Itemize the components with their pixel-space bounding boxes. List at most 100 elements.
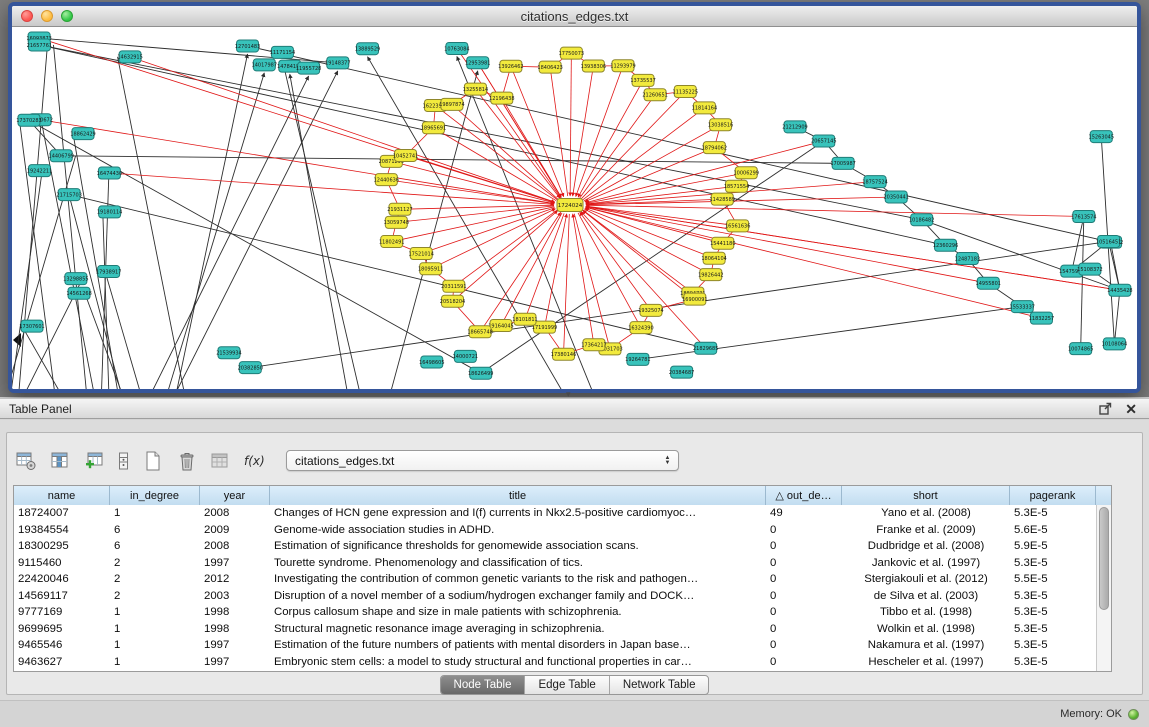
graph-node[interactable]: 19148377 (325, 57, 350, 69)
graph-node[interactable]: 18064104 (701, 252, 726, 264)
graph-node[interactable]: 11814164 (692, 102, 717, 114)
graph-node[interactable]: 12440636 (374, 174, 399, 186)
graph-node[interactable]: 10186482 (909, 214, 934, 226)
table-row[interactable]: 1456911722003Disruption of a novel membe… (14, 588, 1111, 605)
graph-node[interactable]: 10074865 (1068, 343, 1093, 355)
graph-edge[interactable] (584, 125, 720, 201)
graph-node[interactable]: 10108064 (1102, 338, 1127, 350)
graph-node[interactable]: 17521014 (408, 247, 433, 259)
table-row[interactable]: 969969511998Structural magnetic resonanc… (14, 621, 1111, 638)
table-row[interactable]: 1872400712008Changes of HCN gene express… (14, 505, 1111, 522)
memory-status-indicator[interactable] (1128, 709, 1139, 720)
tab-edge-table[interactable]: Edge Table (525, 676, 609, 694)
graph-node[interactable]: 21539934 (216, 347, 241, 359)
graph-node[interactable]: 12196438 (489, 92, 514, 104)
new-table-icon[interactable] (140, 450, 165, 473)
table-row[interactable]: 2242004622012Investigating the contribut… (14, 571, 1111, 588)
graph-edge[interactable] (584, 209, 710, 275)
graph-node[interactable]: 17370283 (16, 114, 41, 126)
graph-node[interactable]: 10452741 (393, 149, 418, 161)
graph-edge[interactable] (85, 293, 126, 389)
graph-node[interactable]: 13735537 (630, 74, 655, 86)
graph-node[interactable]: 14561268 (66, 287, 91, 299)
graph-edge[interactable] (452, 211, 557, 302)
graph-node[interactable]: 11171154 (270, 46, 295, 58)
graph-node[interactable]: 21715703 (56, 189, 81, 201)
graph-edge[interactable] (103, 212, 109, 389)
graph-edge[interactable] (248, 46, 1111, 242)
delete-table-icon[interactable] (174, 450, 199, 473)
table-row[interactable]: 1830029562008Estimation of significance … (14, 538, 1111, 555)
graph-node[interactable]: 10763084 (444, 42, 469, 54)
graph-node[interactable]: 13038516 (708, 119, 733, 131)
graph-edge[interactable] (580, 212, 651, 310)
graph-node[interactable]: 19264781 (625, 353, 650, 365)
table-row[interactable]: 1938455462009Genome-wide association stu… (14, 522, 1111, 539)
graph-edge[interactable] (282, 60, 363, 389)
graph-node[interactable]: 17005987 (830, 157, 855, 169)
graph-node[interactable]: 11832257 (1029, 312, 1054, 324)
graph-edge[interactable] (583, 210, 695, 299)
graph-node[interactable]: 18626499 (468, 367, 493, 379)
graph-node[interactable]: 18862429 (70, 128, 95, 140)
graph-node[interactable]: 15441180 (710, 237, 735, 249)
graph-node[interactable]: 20311591 (441, 280, 466, 292)
graph-node[interactable]: 18965691 (421, 122, 446, 134)
graph-node[interactable]: 14435428 (1107, 284, 1132, 296)
table-settings-icon[interactable] (14, 450, 39, 473)
table-row[interactable]: 946362711997Embryonic stem cells: a mode… (14, 654, 1111, 671)
column-header[interactable]: △ out_de… (766, 486, 842, 505)
add-column-icon[interactable] (82, 450, 107, 473)
function-builder-icon[interactable]: f(x) (242, 450, 267, 473)
graph-edge[interactable] (435, 106, 557, 200)
graph-edge[interactable] (386, 180, 554, 204)
graph-edge[interactable] (570, 53, 571, 196)
graph-node[interactable]: 14955801 (976, 277, 1001, 289)
panel-divider-handle[interactable]: ▾ (566, 389, 571, 400)
graph-node[interactable]: 21657761 (27, 39, 52, 51)
graph-edge[interactable] (586, 205, 1084, 216)
graph-node[interactable]: 20518204 (440, 295, 465, 307)
graph-node[interactable]: 19897874 (439, 98, 464, 110)
table-row[interactable]: 977716911998Corpus callosum shape and si… (14, 604, 1111, 621)
graph-edge[interactable] (574, 214, 610, 349)
rows-icon[interactable] (116, 450, 131, 473)
graph-node[interactable]: 10516451 (1096, 235, 1121, 247)
select-columns-icon[interactable] (48, 450, 73, 473)
graph-node[interactable]: 18406423 (537, 61, 562, 73)
graph-edge[interactable] (290, 74, 351, 389)
graph-node[interactable]: 18095911 (418, 263, 443, 275)
graph-node[interactable]: 17750073 (559, 47, 584, 59)
column-header[interactable]: name (14, 486, 110, 505)
graph-node[interactable]: 16498605 (419, 356, 444, 368)
graph-node[interactable]: 17613574 (1071, 211, 1096, 223)
graph-node[interactable]: 12360296 (933, 239, 958, 251)
float-panel-icon[interactable] (1099, 402, 1112, 415)
graph-node[interactable]: 19242211 (27, 165, 52, 177)
column-header[interactable]: short (842, 486, 1010, 505)
graph-node[interactable]: 1724024 (557, 199, 583, 212)
graph-edge[interactable] (501, 213, 562, 326)
tab-network-table[interactable]: Network Table (610, 676, 709, 694)
graph-node[interactable]: 13938306 (581, 60, 606, 72)
network-canvas-svg[interactable]: 1142858916561636154411801806410419826442… (12, 27, 1137, 389)
graph-edge[interactable] (22, 326, 67, 389)
graph-edge[interactable] (391, 161, 554, 202)
graph-node[interactable]: 21931127 (387, 203, 412, 215)
graph-node[interactable]: 14017987 (252, 59, 277, 71)
graph-node[interactable]: 20350441 (883, 191, 908, 203)
graph-node[interactable]: 18571554 (724, 180, 749, 192)
graph-node[interactable]: 18794062 (702, 142, 727, 154)
graph-edge[interactable] (581, 91, 685, 198)
graph-node[interactable]: 21260651 (642, 89, 667, 101)
graph-node[interactable]: 17380146 (551, 348, 576, 360)
graph-node[interactable]: 15108372 (1077, 263, 1102, 275)
graph-node[interactable]: 19180114 (97, 206, 122, 218)
graph-edge[interactable] (573, 214, 594, 345)
graph-edge[interactable] (168, 71, 338, 389)
column-header[interactable]: year (200, 486, 270, 505)
graph-node[interactable]: 18101811 (512, 313, 537, 325)
graph-node[interactable]: 15263045 (1089, 131, 1114, 143)
graph-node[interactable]: 11293979 (610, 60, 635, 72)
import-table-icon[interactable] (208, 450, 233, 473)
